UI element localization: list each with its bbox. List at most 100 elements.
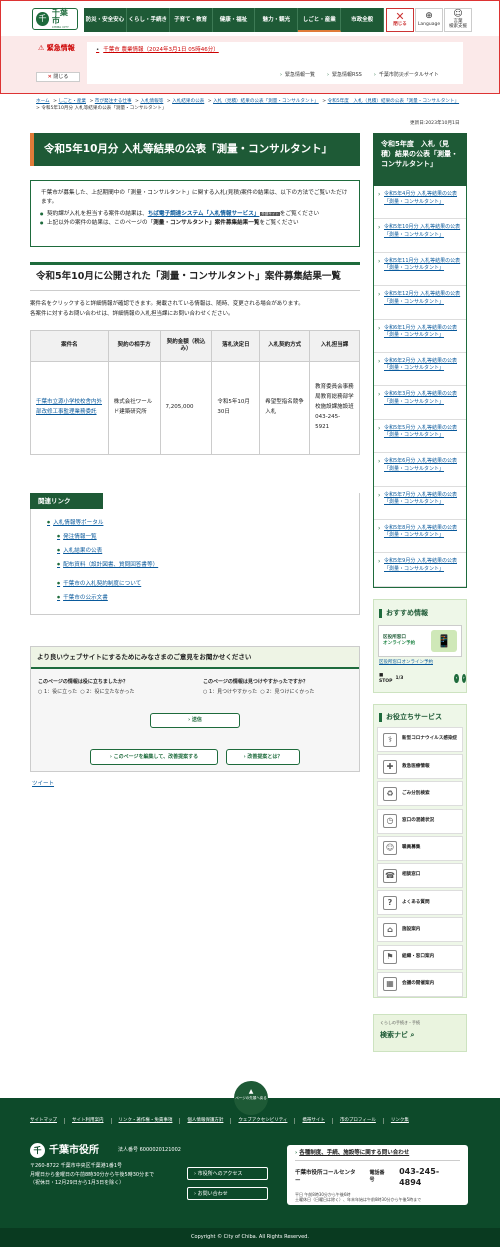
side-nav-item[interactable]: 令和5年4月分 入札等結果の公表「測量・コンサルタント」 [374, 186, 466, 220]
header-close-button[interactable]: ✕ 閉じる [386, 8, 414, 32]
stop-button[interactable]: ■ STOP [379, 673, 392, 685]
prev-icon[interactable]: ‹ [454, 674, 459, 684]
about-suggest-button[interactable]: › 改善提案とは？ [226, 749, 300, 765]
call-center-box: › 各種制度、手続、施設等に関する問い合わせ 千葉市役所コールセンター 電話番号… [287, 1145, 468, 1205]
survey-q2: このページの情報は見つけやすかったですか？ [203, 679, 308, 685]
related-link-orders[interactable]: 発注情報一覧 [57, 534, 97, 542]
chevron-icon: › [295, 1150, 298, 1156]
breadcrumb-item: 令和5年10月分 入札等結果の公表「測量・コンサルタント」 [41, 106, 167, 112]
footer-link[interactable]: 市のプロフィール [331, 1118, 383, 1125]
intro-item1-post: をご覧ください [279, 210, 320, 217]
address-line-1: 〒260-8722 千葉市中央区千葉港1番1号 [30, 1163, 123, 1169]
service-item[interactable]: ☺ 職員募集 [377, 835, 463, 861]
service-item[interactable]: ◷ 窓口の混雑状況 [377, 808, 463, 834]
related-link-system[interactable]: 千葉市の入札契約制度について [57, 581, 141, 589]
site-logo[interactable]: 千 千葉市 CHIBA CITY [32, 8, 78, 30]
footer-link[interactable]: 個人情報保護方針 [179, 1118, 230, 1125]
nav-item[interactable]: 子育て・教育 [170, 8, 213, 32]
tweet-link[interactable]: ツイート [32, 781, 54, 788]
search-icon: ⌕ [410, 1031, 415, 1040]
edit-suggest-button[interactable]: › このページを編集して、改善提案する [90, 749, 218, 765]
access-button[interactable]: › 市役所へのアクセス [187, 1167, 268, 1180]
side-nav-item[interactable]: 令和5年7月分 入札等結果の公表「測量・コンサルタント」 [374, 487, 466, 520]
emergency-rss-link[interactable]: 緊急情報RSS [327, 72, 362, 79]
related-link-results[interactable]: 入札結果の公表 [57, 548, 102, 556]
related-link-notices[interactable]: 千葉市の公示文書 [57, 595, 108, 603]
service-item[interactable]: ⚕ 新型コロナウイルス感染症 [377, 727, 463, 752]
disaster-portal-link[interactable]: 千葉市防災ポータルサイト [374, 72, 439, 79]
page-top-button[interactable]: ▲ ページの先頭へ戻る [234, 1081, 268, 1115]
side-nav-item[interactable]: 令和6年2月分 入札等結果の公表「測量・コンサルタント」 [374, 353, 466, 387]
breadcrumb-item[interactable]: 市が発注する仕事 [95, 99, 132, 104]
nav-item[interactable]: 防災・安全安心 [84, 8, 127, 32]
service-item[interactable]: ✚ 救急医療情報 [377, 754, 463, 780]
nav-item[interactable]: 市政全般 [341, 8, 385, 32]
service-label: 窓口の混雑状況 [402, 818, 435, 823]
footer-logo: 千千葉市役所 [30, 1143, 99, 1158]
address-line-3: （祝休日・12月29日から1月3日を除く） [30, 1180, 125, 1186]
talk-support-button[interactable]: ☺ 言葉 検索支援 [444, 8, 472, 32]
side-nav-item[interactable]: 令和6年1月分 入札等結果の公表「測量・コンサルタント」 [374, 320, 466, 353]
service-item[interactable]: ☎ 相談窓口 [377, 863, 463, 888]
breadcrumb-item[interactable]: しごと・産業 [58, 99, 86, 104]
breadcrumb-item[interactable]: ホーム [36, 99, 50, 104]
emergency-item-link[interactable]: 千葉市 農業情報（2024年3月1日 05時46分） [96, 47, 219, 54]
survey-q1-options: ○ 1：役に立った ○ 2：役に立たなかった [38, 689, 134, 696]
nav-item[interactable]: 魅力・観光 [255, 8, 299, 32]
nav-item[interactable]: しごと・産業 [298, 8, 342, 32]
related-link-documents[interactable]: 配布資料（設計図書、質問回答書等） [57, 562, 158, 570]
emergency-close-button[interactable]: ✕ 閉じる [36, 72, 80, 82]
breadcrumb-item[interactable]: 入札結果の公表 [172, 99, 204, 104]
q2-radio-1[interactable]: ○ 1：見つけやすかった [203, 689, 257, 695]
q1-radio-2[interactable]: ○ 2：役に立たなかった [80, 689, 134, 695]
related-link-portal[interactable]: 入札情報等ポータル [47, 520, 103, 528]
service-item[interactable]: ⚑ 組織・窓口案内 [377, 944, 463, 970]
project-link[interactable]: 千葉市立源小学校校舎内外部改修工事監理業務委託 [36, 399, 102, 415]
service-label: 組織・窓口案内 [402, 954, 435, 959]
breadcrumb-item[interactable]: 入札（見積）結果の公表「測量・コンサルタント」 [213, 99, 319, 104]
intro-box: 千葉市が募集した、上記期間中の「測量・コンサルタント」に関する入札(見積)案件の… [30, 180, 360, 247]
footer-link[interactable]: サイト利用案内 [64, 1118, 111, 1125]
side-nav-item[interactable]: 令和5年11月分 入札等結果の公表「測量・コンサルタント」 [374, 253, 466, 287]
close-icon: ✕ [395, 10, 405, 24]
service-item[interactable]: ▦ 会議の開催案内 [377, 971, 463, 997]
q1-radio-1[interactable]: ○ 1：役に立った [38, 689, 77, 695]
footer-link[interactable]: 携帯サイト [294, 1118, 332, 1125]
contact-button[interactable]: › お問い合わせ [187, 1187, 268, 1200]
q2-radio-2[interactable]: ○ 2：見つけにくかった [260, 689, 314, 695]
service-item[interactable]: ? よくある質問 [377, 890, 463, 916]
side-nav-item[interactable]: 令和5年10月分 入札等結果の公表「測量・コンサルタント」 [374, 219, 466, 253]
service-icon: ♻ [383, 786, 397, 801]
service-item[interactable]: ⌂ 施設案内 [377, 917, 463, 943]
recommend-link[interactable]: 区役所窓口オンライン予約 [379, 660, 466, 666]
corporate-number: 法人番号 6000020121002 [118, 1147, 181, 1153]
tel-number[interactable]: 043-245-4894 [399, 1167, 460, 1189]
breadcrumb-item[interactable]: 令和5年度 入札（見積）結果の公表「測量・コンサルタント」 [328, 99, 460, 104]
breadcrumb-item[interactable]: 入札情報等 [140, 99, 163, 104]
service-item[interactable]: ♻ ごみ分別検索 [377, 781, 463, 807]
next-icon[interactable]: › [461, 674, 466, 684]
side-nav-item[interactable]: 令和5年5月分 入札等結果の公表「測量・コンサルタント」 [374, 420, 466, 454]
survey-submit-button[interactable]: › 送信 [150, 713, 240, 728]
side-nav-item[interactable]: 令和5年8月分 入札等結果の公表「測量・コンサルタント」 [374, 520, 466, 554]
footer-link[interactable]: ウェブアクセシビリティ [230, 1118, 294, 1125]
note-line-1: 案件名をクリックすると詳細情報が確認できます。掲載されている情報は、随時、変更さ… [30, 301, 304, 307]
q2-option-1-label: 1：見つけやすかった [208, 689, 258, 695]
recommend-banner[interactable]: 区役所窓口 オンライン予約 📱 [378, 625, 462, 658]
side-nav-item[interactable]: 令和6年3月分 入札等結果の公表「測量・コンサルタント」 [374, 386, 466, 420]
language-button[interactable]: ⊕ Language [415, 8, 443, 32]
footer-link[interactable]: リンク集 [382, 1118, 416, 1125]
nav-item[interactable]: 健康・福祉 [213, 8, 256, 32]
side-nav-item[interactable]: 令和5年9月分 入札等結果の公表「測量・コンサルタント」 [374, 553, 466, 587]
address-line-2: 月曜日から金曜日の午前8時30分から午後5時30分まで [30, 1171, 155, 1178]
globe-icon: ⊕ [425, 11, 433, 22]
search-navi-banner[interactable]: くらしの手続き・手続 検索ナビ ⌕ [373, 1014, 467, 1052]
e-procurement-link[interactable]: ちば電子調達システム「入札情報サービス」 [148, 211, 260, 217]
call-center-name: 千葉市役所コールセンター [295, 1170, 356, 1184]
side-nav-item[interactable]: 令和5年6月分 入札等結果の公表「測量・コンサルタント」 [374, 453, 466, 487]
footer-link[interactable]: サイトマップ [30, 1118, 64, 1124]
emergency-list-link[interactable]: 緊急情報一覧 [280, 72, 315, 79]
side-nav-item[interactable]: 令和5年12月分 入札等結果の公表「測量・コンサルタント」 [374, 286, 466, 320]
nav-item[interactable]: くらし・手続き [127, 8, 170, 32]
footer-link[interactable]: リンク・著作権・免責事項 [110, 1118, 180, 1125]
